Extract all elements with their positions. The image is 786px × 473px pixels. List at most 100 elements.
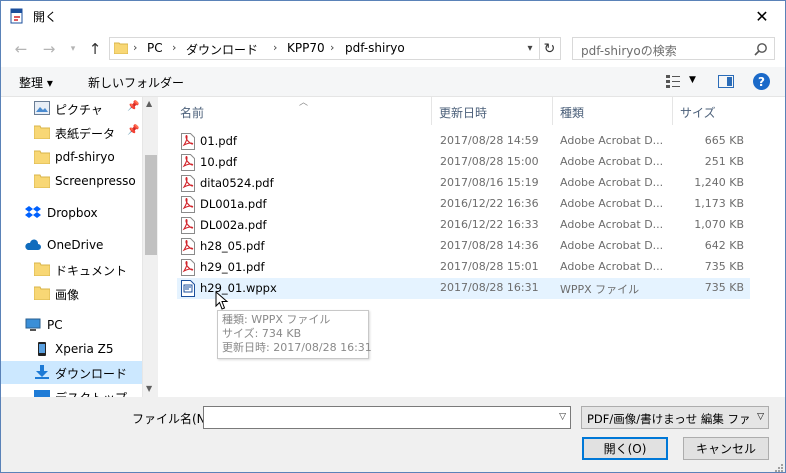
- search-placeholder: pdf-shiryoの検索: [581, 44, 677, 58]
- sidebar-item-dropbox[interactable]: Dropbox: [1, 202, 142, 225]
- column-header-size[interactable]: サイズ: [680, 104, 716, 121]
- sidebar-item-label: Screenpresso: [55, 174, 136, 188]
- open-file-dialog: 開く ✕ ← → ▾ ↑ › PC › ダウンロード › KPP70 › pdf…: [0, 0, 786, 473]
- file-date: 2017/08/28 15:00: [440, 155, 539, 168]
- pdf-file-icon: [181, 196, 195, 213]
- column-header-date[interactable]: 更新日時: [439, 104, 487, 121]
- file-type-filter[interactable]: PDF/画像/書けまっせ 編集 ファイル ▽: [581, 406, 769, 429]
- file-size: 665 KB: [704, 134, 744, 147]
- scroll-down-icon[interactable]: ▼: [146, 384, 152, 393]
- file-type: Adobe Acrobat D...: [560, 134, 664, 147]
- filter-dropdown-icon[interactable]: ▽: [757, 412, 764, 422]
- sidebar-item-pdf-shiryo[interactable]: pdf-shiryo: [1, 146, 142, 169]
- file-name: 01.pdf: [200, 134, 237, 148]
- file-type: Adobe Acrobat D...: [560, 197, 664, 210]
- close-button[interactable]: ✕: [739, 1, 785, 32]
- sidebar-scrollbar[interactable]: ▲ ▼: [142, 97, 158, 397]
- refresh-icon[interactable]: ↻: [539, 38, 559, 59]
- file-name: h29_01.wppx: [200, 281, 277, 295]
- forward-arrow-icon[interactable]: →: [39, 39, 59, 59]
- file-size: 735 KB: [704, 260, 744, 273]
- sidebar-item-screenpresso[interactable]: Screenpresso: [1, 170, 142, 193]
- sidebar-item-label: Dropbox: [47, 206, 98, 220]
- column-header-type[interactable]: 種類: [560, 104, 584, 121]
- filename-dropdown-icon[interactable]: ▽: [559, 412, 566, 422]
- file-date: 2017/08/28 14:59: [440, 134, 539, 147]
- address-dropdown-icon[interactable]: ▾: [521, 38, 539, 59]
- file-size: 1,070 KB: [694, 218, 744, 231]
- up-arrow-icon[interactable]: ↑: [85, 39, 105, 59]
- file-row[interactable]: 10.pdf 2017/08/28 15:00 Adobe Acrobat D...…: [177, 152, 750, 173]
- new-folder-button[interactable]: 新しいフォルダー: [88, 74, 184, 91]
- sidebar-item-pc[interactable]: PC: [1, 314, 142, 337]
- pdf-file-icon: [181, 133, 195, 150]
- folder-icon: [34, 286, 50, 300]
- view-dropdown-icon[interactable]: ▼: [689, 75, 696, 85]
- cancel-button[interactable]: キャンセル: [683, 437, 769, 460]
- organize-menu[interactable]: 整理 ▾: [19, 74, 53, 91]
- view-options-icon[interactable]: [666, 75, 680, 88]
- file-size: 1,173 KB: [694, 197, 744, 210]
- sidebar-item-cover-data[interactable]: 表紙データ 📌: [1, 121, 142, 144]
- sidebar-item-label: デスクトップ: [55, 389, 127, 397]
- sidebar-item-label: ダウンロード: [55, 367, 128, 381]
- file-type: Adobe Acrobat D...: [560, 260, 664, 273]
- column-divider[interactable]: [552, 97, 553, 125]
- tooltip-date: 更新日時: 2017/08/28 16:31: [222, 341, 372, 354]
- file-type: Adobe Acrobat D...: [560, 218, 664, 231]
- sidebar-item-label: 表紙データ: [55, 127, 116, 141]
- help-icon[interactable]: ?: [753, 73, 770, 90]
- folder-icon: [34, 150, 50, 164]
- sidebar-item-label: ピクチャ: [55, 103, 103, 117]
- sidebar-item-documents[interactable]: ドキュメント: [1, 258, 142, 281]
- filename-input[interactable]: ▽: [203, 406, 571, 429]
- file-size: 642 KB: [704, 239, 744, 252]
- sidebar-item-xperia[interactable]: Xperia Z5: [1, 338, 142, 361]
- file-date: 2016/12/22 16:33: [440, 218, 539, 231]
- sidebar-item-downloads[interactable]: ダウンロード: [1, 361, 142, 384]
- breadcrumb-separator-icon: ›: [133, 41, 138, 54]
- file-date: 2017/08/28 15:01: [440, 260, 539, 273]
- file-type: Adobe Acrobat D...: [560, 239, 664, 252]
- search-input[interactable]: pdf-shiryoの検索: [572, 37, 775, 60]
- address-bar[interactable]: › PC › ダウンロード › KPP70 › pdf-shiryo: [109, 37, 561, 60]
- column-divider[interactable]: [431, 97, 432, 125]
- breadcrumb-separator-icon: ›: [172, 41, 177, 54]
- scroll-up-icon[interactable]: ▲: [146, 99, 152, 108]
- open-button[interactable]: 開く(O): [582, 437, 668, 460]
- breadcrumb-downloads[interactable]: ダウンロード: [186, 41, 258, 58]
- back-arrow-icon[interactable]: ←: [11, 39, 31, 59]
- preview-pane-icon[interactable]: [718, 75, 734, 88]
- download-icon: [35, 365, 49, 379]
- file-row[interactable]: h29_01.pdf 2017/08/28 15:01 Adobe Acrobat …: [177, 257, 750, 278]
- scrollbar-thumb[interactable]: [145, 155, 157, 255]
- file-row[interactable]: 01.pdf 2017/08/28 14:59 Adobe Acrobat D...…: [177, 131, 750, 152]
- file-date: 2017/08/16 15:19: [440, 176, 539, 189]
- mouse-cursor-icon: [215, 291, 229, 310]
- column-header-name[interactable]: 名前: [180, 104, 204, 121]
- wppx-file-icon: [181, 280, 195, 297]
- file-name: dita0524.pdf: [200, 176, 274, 190]
- file-row[interactable]: dita0524.pdf 2017/08/16 15:19 Adobe Acroba…: [177, 173, 750, 194]
- tooltip-size: サイズ: 734 KB: [222, 327, 302, 340]
- resize-grip-icon[interactable]: [773, 462, 783, 472]
- file-row[interactable]: h28_05.pdf 2017/08/28 14:36 Adobe Acrobat …: [177, 236, 750, 257]
- sidebar-item-pictures[interactable]: ピクチャ 📌: [1, 97, 142, 120]
- sidebar-item-onedrive[interactable]: OneDrive: [1, 234, 142, 257]
- file-row[interactable]: DL002a.pdf 2016/12/22 16:33 Adobe Acrobat …: [177, 215, 750, 236]
- file-row[interactable]: DL001a.pdf 2016/12/22 16:36 Adobe Acrobat …: [177, 194, 750, 215]
- onedrive-icon: [25, 239, 41, 250]
- recent-locations-chevron-icon[interactable]: ▾: [63, 39, 83, 59]
- breadcrumb-pc[interactable]: PC: [147, 41, 163, 55]
- sidebar-item-images[interactable]: 画像: [1, 282, 142, 305]
- command-bar: 整理 ▾ 新しいフォルダー ▼ ?: [1, 67, 785, 97]
- breadcrumb-kpp70[interactable]: KPP70: [287, 41, 325, 55]
- sidebar-item-desktop[interactable]: デスクトップ: [1, 385, 142, 397]
- sidebar-item-label: pdf-shiryo: [55, 150, 115, 164]
- navigation-pane: ピクチャ 📌 表紙データ 📌 pdf-shiryo Screenpresso D…: [1, 97, 142, 397]
- file-row[interactable]: h29_01.wppx 2017/08/28 16:31 WPPX ファイル 735 …: [177, 278, 750, 299]
- file-type: Adobe Acrobat D...: [560, 176, 664, 189]
- breadcrumb-pdf-shiryo[interactable]: pdf-shiryo: [345, 41, 405, 55]
- column-divider[interactable]: [672, 97, 673, 125]
- window-title: 開く: [33, 10, 58, 24]
